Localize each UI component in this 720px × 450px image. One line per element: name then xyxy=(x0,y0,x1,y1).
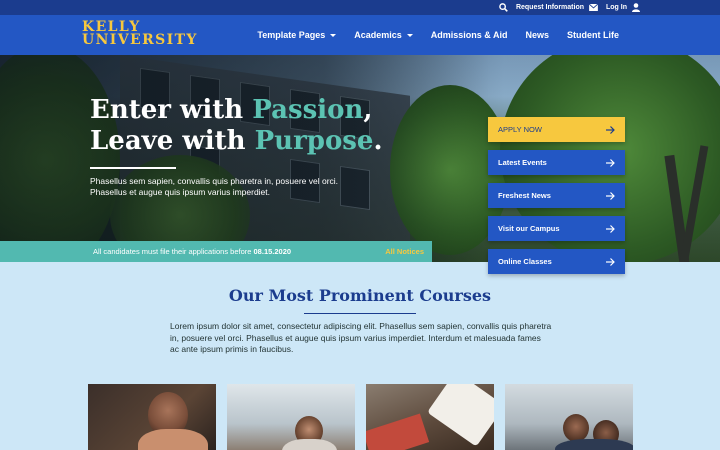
freshest-news-button[interactable]: Freshest News xyxy=(488,183,625,208)
hero-title-accent: Purpose xyxy=(254,126,374,156)
courses-description: Lorem ipsum dolor sit amet, consectetur … xyxy=(170,321,552,354)
nav-label: Template Pages xyxy=(257,30,326,40)
user-icon xyxy=(632,3,640,12)
nav-label: Student Life xyxy=(567,30,619,40)
search-button[interactable] xyxy=(499,3,508,12)
all-notices-link[interactable]: All Notices xyxy=(385,247,424,256)
main-header: KELLY UNIVERSITY Template Pages Academic… xyxy=(0,15,720,55)
chevron-down-icon xyxy=(406,33,413,37)
main-nav: Template Pages Academics Admissions & Ai… xyxy=(248,15,628,55)
course-card-image[interactable] xyxy=(88,384,216,450)
courses-heading: Our Most Prominent Courses xyxy=(228,286,492,305)
nav-label: Admissions & Aid xyxy=(430,30,508,40)
hero-subtitle: Phasellus sem sapien, convallis quis pha… xyxy=(90,176,339,197)
latest-events-button[interactable]: Latest Events xyxy=(488,150,625,175)
notice-message: All candidates must file their applicati… xyxy=(93,247,254,256)
envelope-icon xyxy=(589,4,598,11)
login-label: Log In xyxy=(606,4,627,11)
visit-campus-button[interactable]: Visit our Campus xyxy=(488,216,625,241)
arrow-right-icon xyxy=(606,158,615,167)
course-card-image[interactable] xyxy=(366,384,494,450)
nav-label: News xyxy=(525,30,549,40)
arrow-right-icon xyxy=(606,125,615,134)
nav-template-pages[interactable]: Template Pages xyxy=(248,30,345,40)
search-icon xyxy=(499,3,508,12)
hero-title: Enter with Passion, Leave with Purpose. xyxy=(90,95,383,157)
nav-student-life[interactable]: Student Life xyxy=(558,30,628,40)
nav-admissions-aid[interactable]: Admissions & Aid xyxy=(422,30,517,40)
arrow-right-icon xyxy=(606,257,615,266)
hero-title-text: , xyxy=(363,95,373,125)
course-photo-person xyxy=(282,439,337,450)
arrow-right-icon xyxy=(606,224,615,233)
login-link[interactable]: Log In xyxy=(606,3,640,12)
quick-link-label: Freshest News xyxy=(498,191,551,200)
nav-academics[interactable]: Academics xyxy=(345,30,422,40)
course-photo-person xyxy=(563,414,589,442)
online-classes-button[interactable]: Online Classes xyxy=(488,249,625,274)
hero-title-text: Enter with xyxy=(90,95,253,125)
course-card-image[interactable] xyxy=(227,384,355,450)
hero-title-accent: Passion xyxy=(252,95,364,125)
request-info-link[interactable]: Request Information xyxy=(516,4,598,11)
chevron-down-icon xyxy=(330,33,337,37)
courses-divider xyxy=(304,313,416,314)
nav-label: Academics xyxy=(354,30,402,40)
logo-line-2: UNIVERSITY xyxy=(82,32,198,48)
apply-now-button[interactable]: APPLY NOW xyxy=(488,117,625,142)
course-photo-person xyxy=(138,429,208,450)
notice-bar: All candidates must file their applicati… xyxy=(0,241,432,262)
course-photo-person xyxy=(555,439,633,450)
notice-deadline: 08.15.2020 xyxy=(253,247,292,256)
course-photo-book xyxy=(366,413,430,450)
course-card-image[interactable] xyxy=(505,384,633,450)
quick-link-label: APPLY NOW xyxy=(498,125,542,134)
utility-bar: Request Information Log In xyxy=(0,0,720,15)
quick-link-label: Visit our Campus xyxy=(498,224,560,233)
quick-links-panel: APPLY NOW Latest Events Freshest News Vi… xyxy=(488,117,625,274)
course-photo-book xyxy=(427,384,494,447)
course-cards xyxy=(88,384,633,450)
hero-divider xyxy=(90,167,176,169)
request-info-label: Request Information xyxy=(515,4,584,11)
nav-news[interactable]: News xyxy=(516,30,558,40)
hero-title-text: Leave with xyxy=(90,126,255,156)
quick-link-label: Online Classes xyxy=(498,257,552,266)
notice-text: All candidates must file their applicati… xyxy=(93,247,291,256)
hero-title-text: . xyxy=(373,126,383,156)
university-logo[interactable]: KELLY UNIVERSITY xyxy=(82,20,198,48)
arrow-right-icon xyxy=(606,191,615,200)
quick-link-label: Latest Events xyxy=(498,158,547,167)
